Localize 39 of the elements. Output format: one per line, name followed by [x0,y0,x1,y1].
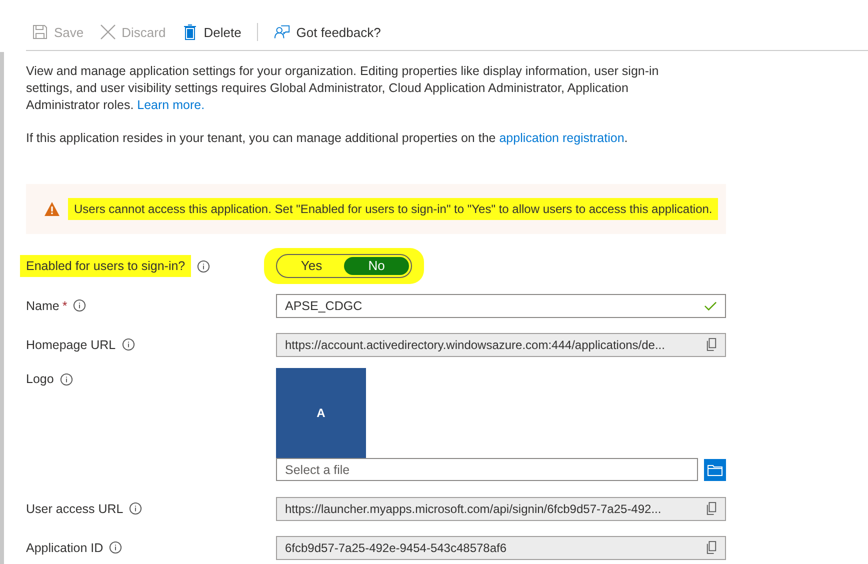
field-label: Enabled for users to sign-in? [20,255,192,277]
required-mark: * [62,298,68,312]
field-label: User access URL [26,502,124,516]
field-label: Homepage URL [26,338,116,352]
field-label: Application ID [26,540,104,554]
toggle-option[interactable]: No [344,257,409,275]
file-field[interactable]: Select a file [276,458,698,481]
info-icon [129,502,142,515]
copy-icon[interactable] [706,502,717,515]
application-registration-link[interactable]: application registration [499,131,624,145]
copy-icon[interactable] [706,541,717,554]
registration-text: If this application resides in your tenant, you can manage additional properties on the application registration. [26,130,629,147]
warning-text: Users cannot access this application. Set "Enabled for users to sign-in" to "Yes" to allow users to access this application. [68,198,718,220]
name-field[interactable]: APSE_CDGC [276,294,726,318]
close-icon [100,24,116,40]
toolbar-button[interactable]: Delete [176,20,248,44]
toggle-option[interactable]: Yes [279,257,344,275]
folder-icon [707,464,723,476]
yes-no-toggle[interactable]: Yes No [276,254,412,278]
info-icon [60,372,73,386]
info-icon [109,541,122,554]
browse-button[interactable] [704,458,726,480]
trash-icon [182,24,198,40]
intro-text: View and manage application settings for your organization. Editing properties like display information, user sign-in settings, and user visibility settings requires Global Administrator, Cloud Application Administrator, Application Administrator roles. Learn more. [26,63,660,114]
warning-icon [44,201,60,217]
feedback-icon [274,24,290,40]
toolbar-button[interactable]: Got feedback? [268,20,387,44]
copy-icon[interactable] [706,338,717,351]
field-label: Logo [26,372,54,386]
field-label: Name [26,298,60,312]
save-icon [32,24,48,40]
logo-tile: A [276,368,366,458]
info-icon [197,260,210,272]
readonly-field[interactable]: https://launcher.myapps.microsoft.com/api/signin/6fcb9d57-7a25-492... [276,496,726,520]
learn-more-link[interactable]: Learn more. [137,98,205,112]
info-icon [73,299,86,312]
info-icon [122,338,135,351]
readonly-field[interactable]: 6fcb9d57-7a25-492e-9454-543c48578af6 [276,536,726,560]
readonly-field[interactable]: https://account.activedirectory.windowsazure.com:444/applications/de... [276,332,726,356]
